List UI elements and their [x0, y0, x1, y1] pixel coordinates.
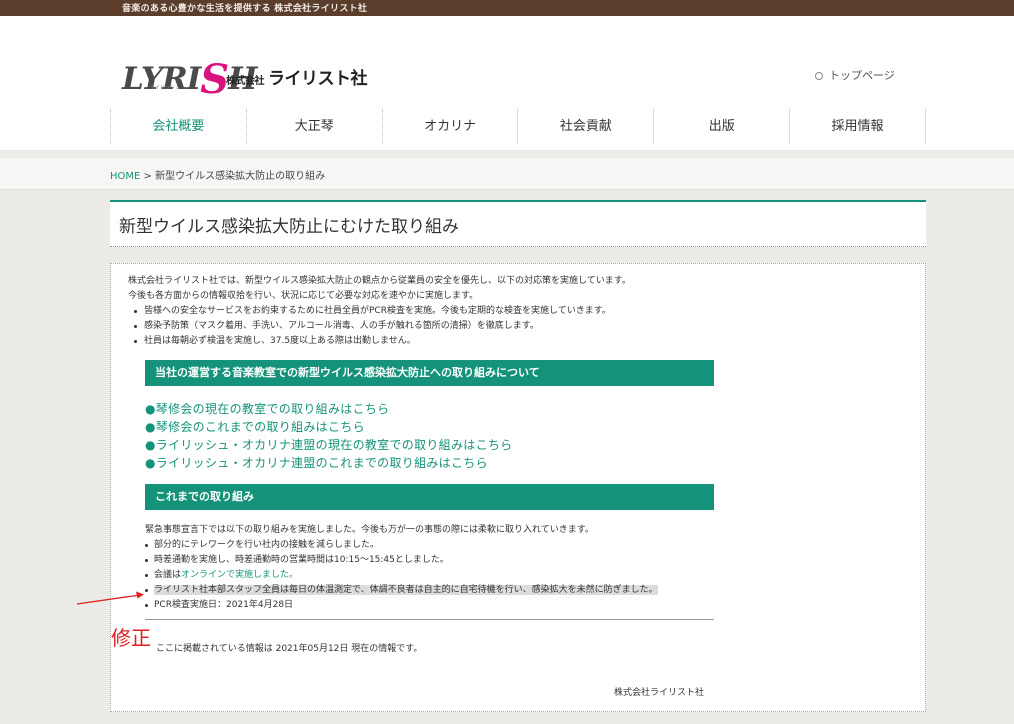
nav-item-publishing[interactable]: 出版	[653, 109, 789, 144]
list-item: 部分的にテレワークを行い社内の接触を減らしました。	[145, 538, 658, 553]
list-item: 感染予防策（マスク着用、手洗い、アルコール消毒、人の手が触れる箇所の清掃）を徹底…	[128, 319, 631, 334]
page-title: 新型ウイルス感染拡大防止にむけた取り組み	[119, 217, 459, 237]
list-item: 皆様への安全なサービスをお約束するために社員全員がPCR検査を実施。今後も定期的…	[128, 304, 631, 319]
nav-item-taishogoto[interactable]: 大正琴	[245, 109, 382, 144]
list-item: PCR検査実施日：2021年4月28日	[145, 598, 658, 613]
link-ocarina-past[interactable]: ●ライリッシュ・オカリナ連盟のこれまでの取り組みはこちら	[145, 454, 512, 472]
breadcrumb-separator: >	[143, 171, 152, 182]
intro-paragraph: 株式会社ライリスト社では、新型ウイルス感染拡大防止の観点から従業員の安全を優先し…	[128, 276, 631, 286]
company-prefix: 株式会社	[226, 76, 265, 87]
breadcrumb: HOME > 新型ウイルス感染拡大防止の取り組み	[110, 167, 325, 182]
company-signoff: 株式会社ライリスト社	[614, 688, 705, 698]
link-kinshukai-past[interactable]: ●琴修会のこれまでの取り組みはこちら	[145, 418, 512, 436]
nav-item-ocarina[interactable]: オカリナ	[381, 109, 518, 144]
section-heading-past: これまでの取り組み	[145, 484, 714, 510]
logo-subtext: ライリッシュ	[150, 85, 181, 91]
classroom-links: ●琴修会の現在の教室での取り組みはこちら ●琴修会のこれまでの取り組みはこちら …	[145, 400, 512, 472]
past-measures: 緊急事態宣言下では以下の取り組みを実施しました。今後も万が一の事態の際には柔軟に…	[145, 523, 658, 613]
nav-item-company[interactable]: 会社概要	[110, 109, 246, 144]
highlighted-text: ライリスト社本部スタッフ全員は毎日の体温測定で、体調不良者は自主的に自宅待機を行…	[154, 585, 658, 595]
section-heading-classrooms: 当社の運営する音楽教室での新型ウイルス感染拡大防止への取り組みについて	[145, 360, 714, 386]
company-name-text: ライリスト社	[268, 69, 368, 89]
nav-item-recruit[interactable]: 採用情報	[789, 109, 926, 144]
link-kinshukai-current[interactable]: ●琴修会の現在の教室での取り組みはこちら	[145, 400, 512, 418]
annotation-arrow-icon	[76, 591, 144, 605]
logo-text-start: LYRI	[122, 61, 201, 97]
list-item: 会議はオンラインで実施しました。	[145, 568, 658, 583]
annotation-label: 修正	[111, 626, 151, 650]
intro-text: 株式会社ライリスト社では、新型ウイルス感染拡大防止の観点から従業員の安全を優先し…	[128, 274, 631, 349]
nav-item-social[interactable]: 社会貢献	[517, 109, 653, 144]
logo-text-accent: S	[200, 56, 229, 103]
divider	[145, 619, 714, 620]
site-header: LYRISH ライリッシュ 株式会社 ライリスト社 トップページ 会社概要 大正琴…	[0, 16, 1014, 150]
main-nav: 会社概要 大正琴 オカリナ 社会貢献 出版 採用情報	[110, 109, 926, 144]
meeting-text: 会議は	[154, 570, 182, 580]
list-item: 社員は毎朝必ず検温を実施し、37.5度以上ある際は出勤しません。	[128, 334, 631, 349]
tagline: 音楽のある心豊かな生活を提供する 株式会社ライリスト社	[122, 4, 368, 14]
company-name: 株式会社 ライリスト社	[226, 64, 368, 89]
top-page-link[interactable]: トップページ	[815, 67, 895, 83]
online-meeting-link[interactable]: オンラインで実施しました。	[181, 570, 298, 580]
link-ocarina-current[interactable]: ●ライリッシュ・オカリナ連盟の現在の教室での取り組みはこちら	[145, 436, 512, 454]
page-title-box: 新型ウイルス感染拡大防止にむけた取り組み	[110, 200, 926, 247]
top-bar: 音楽のある心豊かな生活を提供する 株式会社ライリスト社	[0, 0, 1014, 16]
circle-bullet-icon	[815, 72, 823, 80]
breadcrumb-current: 新型ウイルス感染拡大防止の取り組み	[155, 171, 326, 182]
list-item-highlighted: ライリスト社本部スタッフ全員は毎日の体温測定で、体調不良者は自主的に自宅待機を行…	[145, 583, 658, 598]
updated-notice: ここに掲載されている情報は 2021年05月12日 現在の情報です。	[156, 644, 423, 654]
top-page-link-label: トップページ	[829, 69, 895, 82]
main-content: 株式会社ライリスト社では、新型ウイルス感染拡大防止の観点から従業員の安全を優先し…	[110, 263, 926, 712]
intro-paragraph: 今後も各方面からの情報収拾を行い、状況に応じて必要な対応を速やかに実施します。	[128, 291, 479, 301]
list-item: 時差通勤を実施し、時差通勤時の営業時間は10:15〜15:45としました。	[145, 553, 658, 568]
breadcrumb-home-link[interactable]: HOME	[110, 171, 140, 182]
past-lead: 緊急事態宣言下では以下の取り組みを実施しました。今後も万が一の事態の際には柔軟に…	[145, 525, 594, 535]
